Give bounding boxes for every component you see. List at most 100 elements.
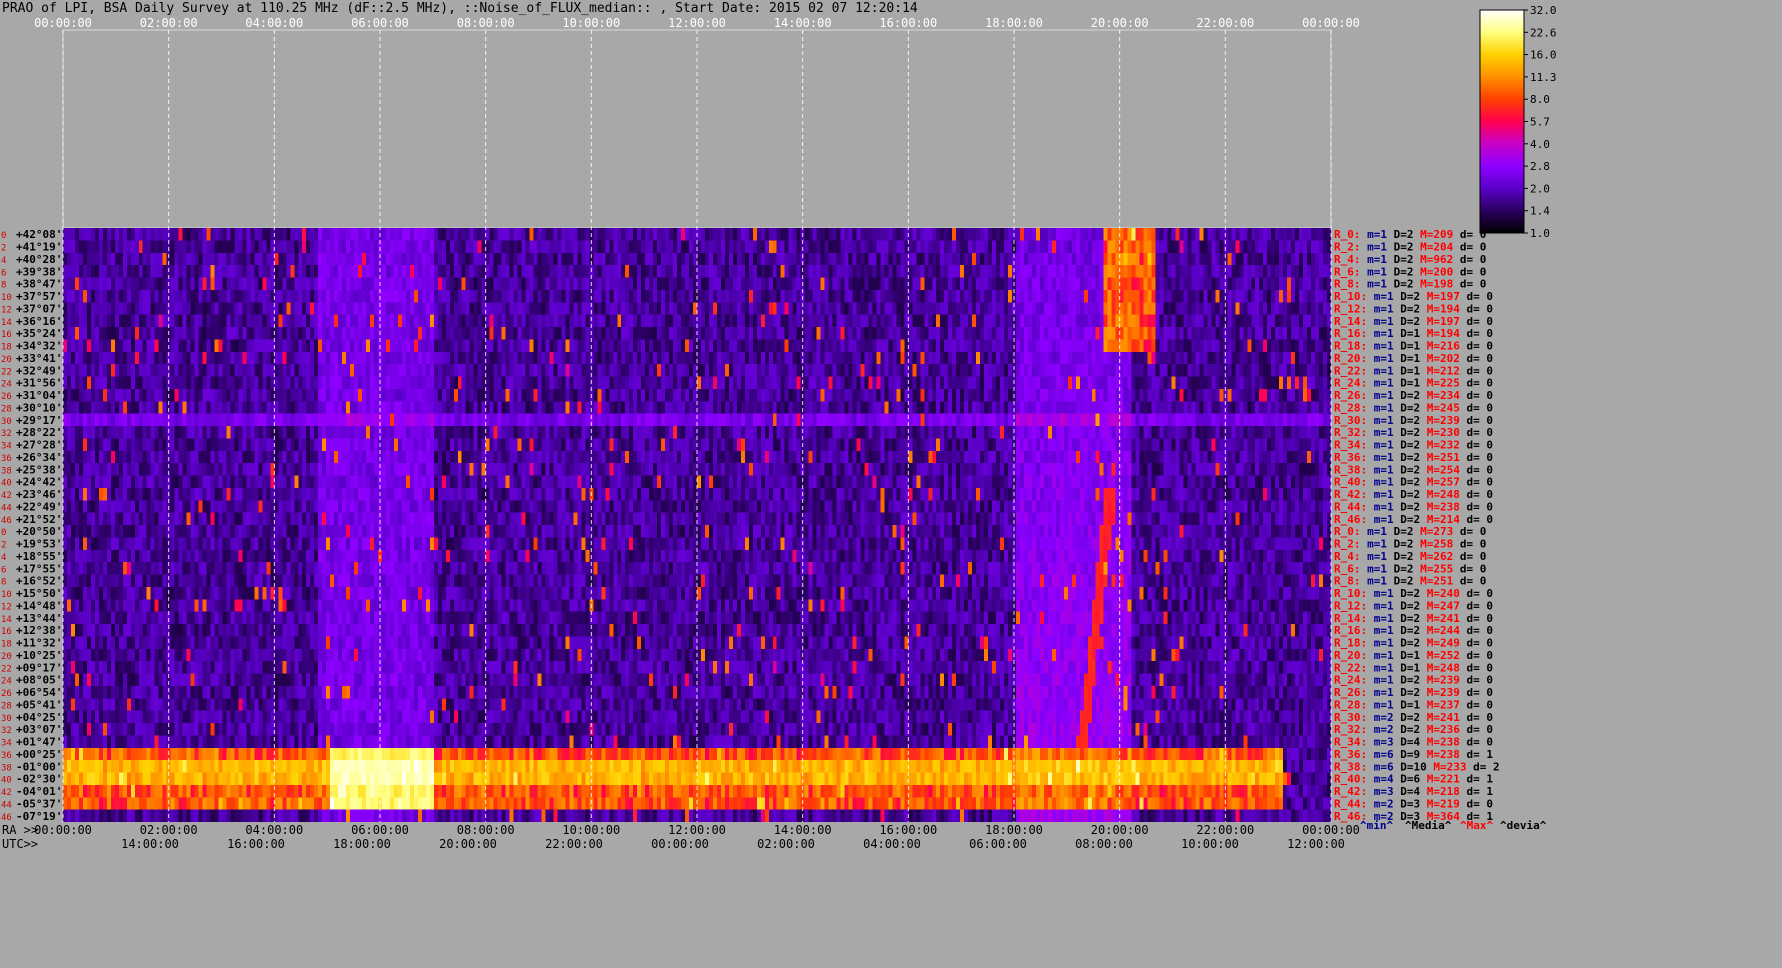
row-index-label: 26 [1, 689, 12, 699]
declination-label: +19°53' [16, 538, 62, 551]
row-stat-line: R_6: m=1 D=2 M=255 d= 0 [1334, 562, 1486, 575]
x-top-tick-label: 20:00:00 [1091, 16, 1149, 30]
declination-label: +10°25' [16, 649, 62, 662]
row-stat-line: R_38: m=6 D=10 M=233 d= 2 [1334, 760, 1500, 773]
colorbar-tick-label: 11.3 [1530, 71, 1557, 84]
ra-tick-label: 08:00:00 [457, 823, 515, 837]
row-index-label: 24 [1, 677, 12, 687]
row-stat-line: R_12: m=1 D=2 M=194 d= 0 [1334, 302, 1493, 315]
colorbar-tick-label: 1.0 [1530, 227, 1550, 240]
row-index-label: 46 [1, 516, 12, 526]
row-stat-line: R_0: m=1 D=2 M=209 d= 0 [1334, 228, 1486, 241]
row-stat-line: R_18: m=1 D=2 M=249 d= 0 [1334, 637, 1493, 650]
row-index-label: 28 [1, 701, 12, 711]
colorbar-tick-label: 5.7 [1530, 116, 1550, 129]
row-stat-line: R_6: m=1 D=2 M=200 d= 0 [1334, 265, 1486, 278]
declination-label: +04°25' [16, 711, 62, 724]
row-stat-line: R_32: m=1 D=2 M=230 d= 0 [1334, 426, 1493, 439]
row-index-label: 6 [1, 268, 6, 278]
row-index-label: 20 [1, 355, 12, 365]
row-stat-line: R_14: m=1 D=2 M=197 d= 0 [1334, 315, 1493, 328]
row-stat-line: R_16: m=1 D=1 M=194 d= 0 [1334, 327, 1493, 340]
declination-label: +31°04' [16, 389, 62, 402]
row-index-label: 16 [1, 627, 12, 637]
declination-label: +05°41' [16, 698, 62, 711]
row-stat-line: R_22: m=1 D=1 M=248 d= 0 [1334, 661, 1493, 674]
row-stat-line: R_28: m=1 D=2 M=245 d= 0 [1334, 401, 1493, 414]
utc-tick-label: 18:00:00 [333, 837, 391, 851]
chart-svg: 00:00:00 02:00:00 04:00:00 06:00:00 08:00:00… [1, 4, 1557, 851]
row-index-label: 16 [1, 330, 12, 340]
declination-label: +33°41' [16, 352, 62, 365]
x-top-tick-label: 06:00:00 [351, 16, 409, 30]
ra-axis-prefix: RA >> [2, 823, 38, 837]
declination-label: +22°49' [16, 500, 62, 513]
ra-tick-label: 12:00:00 [668, 823, 726, 837]
row-index-label: 34 [1, 442, 12, 452]
row-stat-line: R_4: m=1 D=2 M=962 d= 0 [1334, 253, 1486, 266]
declination-label: +17°55' [16, 562, 62, 575]
declination-label: -05°37' [16, 797, 62, 810]
utc-tick-label: 00:00:00 [651, 837, 709, 851]
declination-label: +42°08' [16, 228, 62, 241]
row-stat-line: R_2: m=1 D=2 M=204 d= 0 [1334, 241, 1486, 254]
ra-tick-label: 02:00:00 [140, 823, 198, 837]
row-stat-line: R_12: m=1 D=2 M=247 d= 0 [1334, 599, 1493, 612]
declination-label: +31°56' [16, 377, 62, 390]
row-stat-line: R_42: m=3 D=4 M=218 d= 1 [1334, 785, 1493, 798]
declination-label: -04°01' [16, 785, 62, 798]
stats-legend-label: ^min^ [1360, 819, 1393, 832]
colorbar-gradient [1479, 9, 1525, 234]
stats-legend-label: ^devia^ [1500, 819, 1547, 832]
row-stat-line: R_20: m=1 D=1 M=202 d= 0 [1334, 352, 1493, 365]
row-index-label: 24 [1, 380, 12, 390]
declination-label: +03°07' [16, 723, 62, 736]
row-index-label: 8 [1, 578, 6, 588]
declination-label: +06°54' [16, 686, 62, 699]
row-stat-line: R_32: m=2 D=2 M=236 d= 0 [1334, 723, 1493, 736]
row-index-label: 10 [1, 590, 12, 600]
row-index-label: 38 [1, 763, 12, 773]
ra-tick-label: 10:00:00 [562, 823, 620, 837]
ra-tick-label: 20:00:00 [1091, 823, 1149, 837]
x-top-tick-label: 08:00:00 [457, 16, 515, 30]
declination-label: +36°16' [16, 315, 62, 328]
colorbar-tick-label: 2.0 [1530, 182, 1550, 195]
utc-tick-label: 22:00:00 [545, 837, 603, 851]
ra-tick-label: 16:00:00 [879, 823, 937, 837]
row-stat-line: R_24: m=1 D=2 M=239 d= 0 [1334, 674, 1493, 687]
utc-tick-label: 14:00:00 [121, 837, 179, 851]
ra-tick-label: 00:00:00 [1302, 823, 1360, 837]
row-index-label: 36 [1, 751, 12, 761]
x-top-tick-label: 02:00:00 [140, 16, 198, 30]
declination-label: +01°47' [16, 736, 62, 749]
declination-label: +27°28' [16, 439, 62, 452]
declination-label: +18°55' [16, 550, 62, 563]
colorbar-tick-label: 32.0 [1530, 4, 1557, 17]
row-index-label: 18 [1, 343, 12, 353]
utc-tick-label: 20:00:00 [439, 837, 497, 851]
row-stat-line: R_0: m=1 D=2 M=273 d= 0 [1334, 525, 1486, 538]
utc-axis-prefix: UTC>> [2, 837, 38, 851]
ra-tick-label: 18:00:00 [985, 823, 1043, 837]
row-index-label: 30 [1, 714, 12, 724]
ra-tick-label: 06:00:00 [351, 823, 409, 837]
row-index-label: 42 [1, 788, 12, 798]
row-stat-line: R_38: m=1 D=2 M=254 d= 0 [1334, 463, 1493, 476]
row-index-label: 12 [1, 305, 12, 315]
row-index-label: 2 [1, 244, 6, 254]
declination-label: +28°22' [16, 426, 62, 439]
x-top-tick-label: 04:00:00 [245, 16, 303, 30]
row-index-label: 22 [1, 367, 12, 377]
utc-tick-label: 04:00:00 [863, 837, 921, 851]
row-index-label: 20 [1, 652, 12, 662]
row-index-label: 2 [1, 541, 6, 551]
declination-label: +23°46' [16, 488, 62, 501]
row-stats-panel: R_0: m=1 D=2 M=209 d= 0R_2: m=1 D=2 M=20… [1334, 228, 1547, 832]
declination-label: +25°38' [16, 463, 62, 476]
row-index-label: 8 [1, 281, 6, 291]
row-stat-line: R_22: m=1 D=1 M=212 d= 0 [1334, 364, 1493, 377]
row-stat-line: R_30: m=2 D=2 M=241 d= 0 [1334, 711, 1493, 724]
row-stat-line: R_10: m=1 D=2 M=240 d= 0 [1334, 587, 1493, 600]
colorbar-tick-label: 2.8 [1530, 160, 1550, 173]
